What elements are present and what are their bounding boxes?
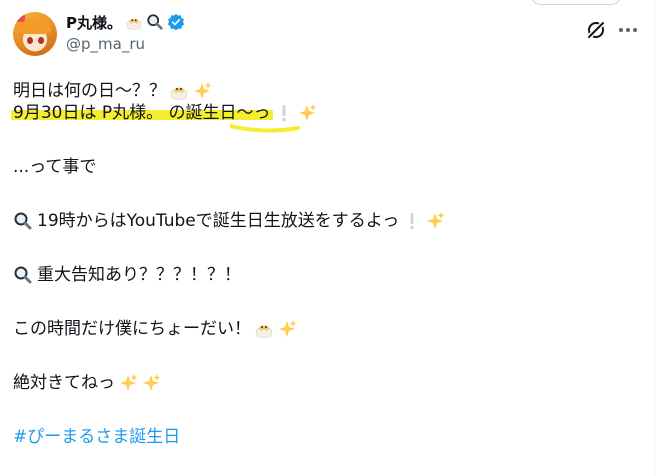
tweet-line-3-text: ...って事で — [13, 157, 97, 177]
exclamation-icon — [281, 105, 286, 122]
display-name[interactable]: P丸様。 — [66, 12, 122, 33]
author-name-row[interactable]: P丸様。 — [66, 11, 185, 33]
magnifier-icon — [14, 266, 32, 284]
tweet-line-4-text: 19時からはYouTubeで誕生日生放送をするよっ — [37, 211, 400, 231]
tweet-line-7-text: 絶対きてねっ — [13, 373, 115, 393]
tweet-line-6-text: この時間だけ僕にちょーだい！ — [13, 319, 251, 339]
grok-icon[interactable] — [585, 19, 607, 41]
chick-icon — [255, 325, 273, 338]
follow-button-edge[interactable] — [531, 0, 621, 5]
tweet-line-1-text: 明日は何の日～？？ — [13, 81, 166, 101]
tweet-line-2: 9月30日は P丸様。 の誕生日～っ — [11, 102, 643, 124]
tweet-text: 明日は何の日～？？ 9月30日は P丸様。 の誕生日～っ ...って事で 19時… — [11, 80, 643, 448]
tweet-line-6: この時間だけ僕にちょーだい！ — [13, 318, 643, 340]
tweet-line-3: ...って事で — [13, 156, 643, 178]
sparkles-icon — [298, 104, 317, 121]
sparkles-icon — [279, 320, 297, 337]
hashtag-link[interactable]: #ぴーまるさま誕生日 — [13, 426, 180, 448]
sparkles-icon — [194, 82, 212, 99]
tweet-line-5-text: 重大告知あり？？？！？！ — [37, 265, 241, 285]
magnifier-icon — [147, 14, 163, 30]
highlighted-text: 9月30日は P丸様。 の誕生日～っ — [11, 103, 273, 123]
tweet-line-5: 重大告知あり？？？！？！ — [13, 264, 643, 286]
tweet-line-hashtag: #ぴーまるさま誕生日 — [13, 426, 643, 448]
chick-icon — [126, 18, 142, 30]
column-divider — [654, 0, 655, 476]
handle[interactable]: @p_ma_ru — [66, 35, 145, 53]
exclamation-icon — [410, 213, 415, 230]
sparkles-icon — [143, 374, 161, 391]
chick-icon — [170, 87, 188, 100]
sparkles-icon — [427, 212, 445, 229]
sparkles-icon — [120, 374, 138, 391]
tweet-line-7: 絶対きてねっ — [13, 372, 643, 394]
tweet-line-4: 19時からはYouTubeで誕生日生放送をするよっ — [13, 210, 643, 232]
verified-badge-icon[interactable] — [167, 13, 185, 31]
more-icon[interactable] — [617, 19, 639, 41]
avatar[interactable] — [13, 12, 57, 56]
tweet-line-1: 明日は何の日～？？ — [13, 80, 643, 102]
magnifier-icon — [14, 212, 32, 230]
